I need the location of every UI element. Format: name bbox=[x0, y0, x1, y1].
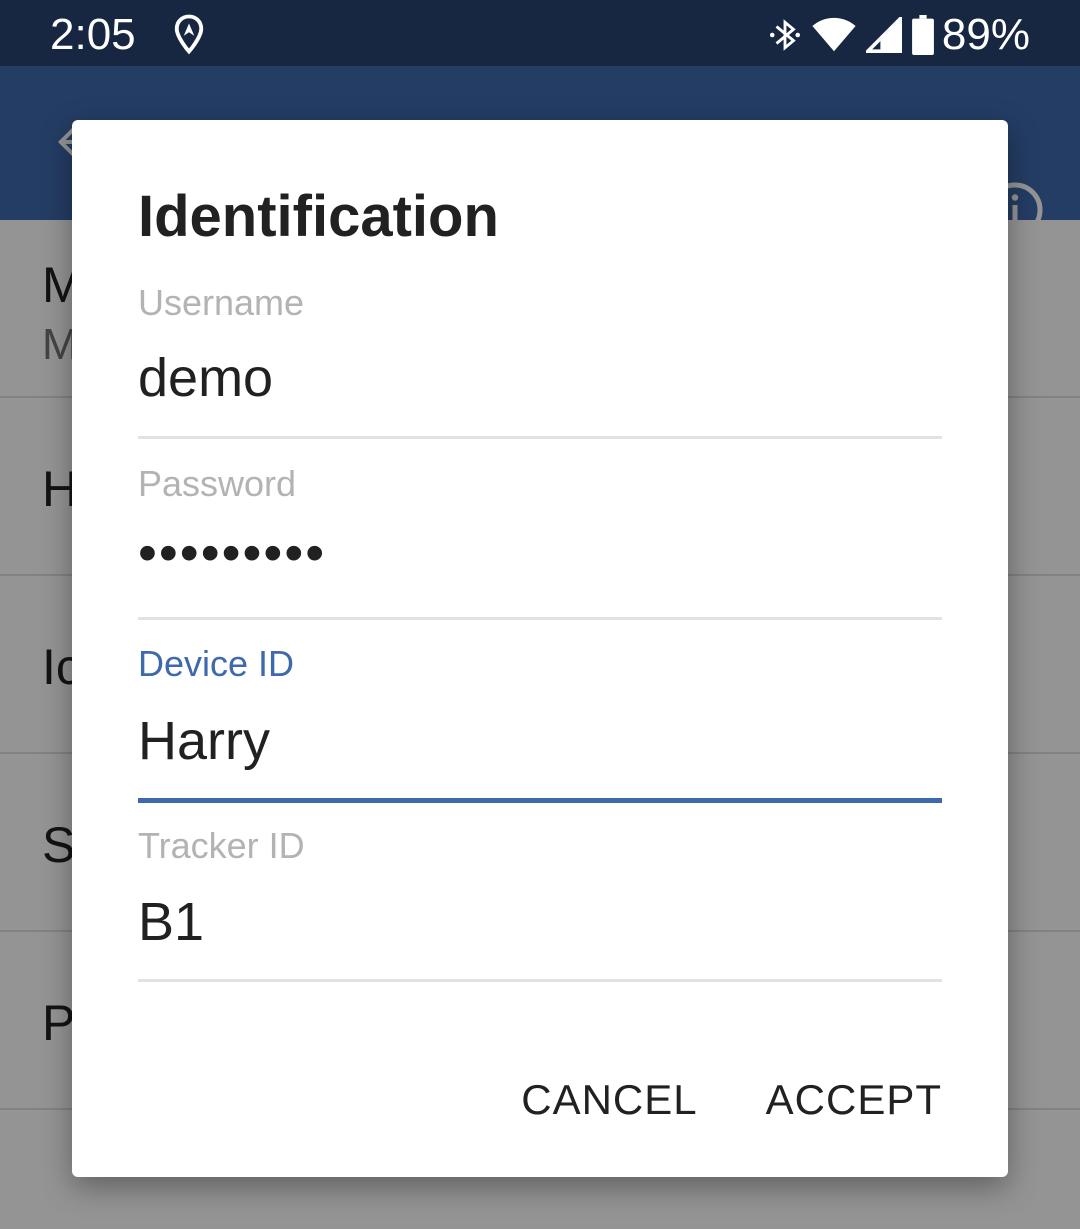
tracker-id-underline bbox=[138, 979, 942, 982]
device-id-label: Device ID bbox=[138, 643, 295, 684]
username-underline bbox=[138, 436, 942, 439]
username-input[interactable]: demo bbox=[138, 346, 273, 410]
username-field[interactable]: Username demo bbox=[138, 282, 942, 440]
password-underline bbox=[138, 617, 942, 620]
location-icon bbox=[168, 13, 210, 60]
device-id-underline bbox=[138, 798, 942, 803]
dialog-actions: CANCEL ACCEPT bbox=[453, 1075, 942, 1125]
password-input[interactable]: ••••••••• bbox=[138, 521, 326, 585]
status-time: 2:05 bbox=[50, 10, 136, 59]
wifi-icon bbox=[812, 17, 856, 53]
username-label: Username bbox=[138, 282, 305, 323]
device-id-field[interactable]: Device ID Harry bbox=[138, 643, 942, 805]
password-label: Password bbox=[138, 463, 297, 504]
tracker-id-input[interactable]: B1 bbox=[138, 890, 204, 954]
identification-dialog: Identification Username demo Password ••… bbox=[72, 120, 1008, 1177]
cell-signal-icon bbox=[865, 17, 902, 53]
bluetooth-icon bbox=[768, 15, 802, 55]
tracker-id-label: Tracker ID bbox=[138, 825, 305, 866]
password-field[interactable]: Password ••••••••• bbox=[138, 463, 942, 621]
tracker-id-field[interactable]: Tracker ID B1 bbox=[138, 825, 942, 983]
status-bar: 2:05 89% bbox=[0, 0, 1080, 66]
accept-button[interactable]: ACCEPT bbox=[766, 1075, 942, 1125]
dialog-title: Identification bbox=[138, 184, 499, 249]
cancel-button[interactable]: CANCEL bbox=[521, 1075, 697, 1125]
battery-icon bbox=[912, 15, 934, 55]
device-id-input[interactable]: Harry bbox=[138, 709, 270, 773]
battery-percentage: 89% bbox=[941, 10, 1030, 59]
status-icons: 89% bbox=[758, 10, 1030, 60]
